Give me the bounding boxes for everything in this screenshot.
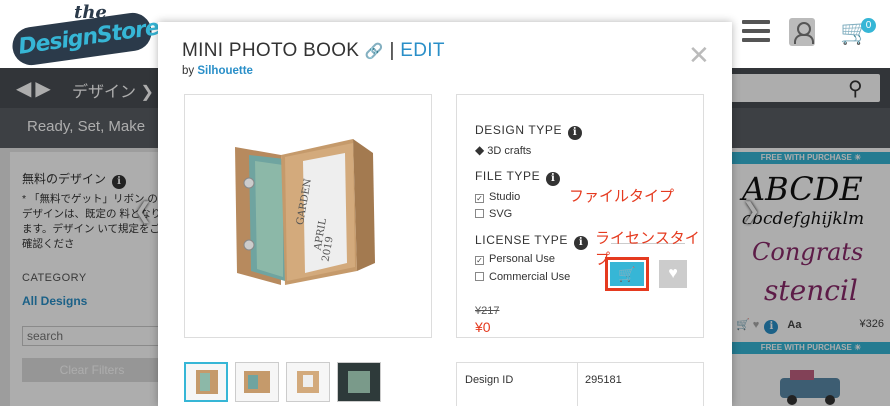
- design-type-value: ◆ 3D crafts: [475, 143, 531, 157]
- edit-link[interactable]: EDIT: [400, 40, 444, 61]
- design-type-label: DESIGN TYPE: [475, 123, 563, 137]
- thumbnail-2[interactable]: [235, 362, 279, 402]
- personal-use-checkbox[interactable]: ✓: [475, 256, 484, 265]
- title-separator: |: [389, 40, 395, 61]
- close-icon[interactable]: ✕: [688, 42, 710, 68]
- svg-checkbox[interactable]: [475, 209, 484, 218]
- design-store-logo[interactable]: DesignStore the: [8, 2, 160, 68]
- file-type-info-icon[interactable]: i: [546, 172, 561, 186]
- commercial-use-checkbox[interactable]: [475, 272, 484, 281]
- link-icon[interactable]: 🔗: [365, 43, 384, 60]
- license-commercial[interactable]: Commercial Use: [475, 271, 570, 283]
- license-type-heading: LICENSE TYPE i: [475, 233, 589, 250]
- design-type-text: 3D crafts: [487, 145, 532, 157]
- design-title: MINI PHOTO BOOK: [182, 40, 360, 61]
- license-type-label: LICENSE TYPE: [475, 233, 569, 247]
- thumbnail-3[interactable]: [286, 362, 330, 402]
- annotation-file-type: ファイルタイプ: [569, 188, 675, 205]
- menu-icon[interactable]: [742, 20, 770, 44]
- personal-use-label: Personal Use: [489, 253, 556, 265]
- author-line: by Silhouette: [182, 65, 253, 77]
- file-type-heading: FILE TYPE i: [475, 169, 561, 186]
- user-account-icon[interactable]: [789, 18, 815, 46]
- thumbnail-4[interactable]: [337, 362, 381, 402]
- table-separator: [577, 363, 578, 406]
- studio-label: Studio: [489, 191, 521, 203]
- author-link[interactable]: Silhouette: [197, 65, 253, 77]
- mini-photo-book-image: GARDEN APRIL 2019: [185, 95, 431, 337]
- design-type-heading: DESIGN TYPE i: [475, 123, 583, 140]
- annotation-license-type: ライセンスタイプ: [595, 230, 700, 268]
- design-info-panel: DESIGN TYPE i ◆ 3D crafts FILE TYPE i ✓ Stu…: [456, 94, 704, 338]
- file-type-label: FILE TYPE: [475, 169, 541, 183]
- license-personal[interactable]: ✓ Personal Use: [475, 253, 555, 265]
- by-prefix: by: [182, 65, 195, 77]
- studio-checkbox[interactable]: ✓: [475, 194, 484, 203]
- modal-title: MINI PHOTO BOOK 🔗 | EDIT: [182, 40, 445, 62]
- logo-the-text: the: [74, 2, 107, 23]
- original-price: ¥217: [475, 305, 500, 317]
- design-id-key: Design ID: [465, 374, 514, 386]
- design-type-info-icon[interactable]: i: [568, 126, 583, 140]
- design-detail-modal: MINI PHOTO BOOK 🔗 | EDIT by Silhouette ✕…: [158, 22, 732, 406]
- design-id-value: 295181: [585, 374, 622, 386]
- commercial-use-label: Commercial Use: [489, 271, 571, 283]
- file-type-svg[interactable]: SVG: [475, 208, 512, 220]
- license-type-info-icon[interactable]: i: [574, 236, 589, 250]
- thumbnail-1[interactable]: [184, 362, 228, 402]
- cart-count-badge: 0: [861, 18, 876, 33]
- svg-label: SVG: [489, 208, 513, 220]
- product-photo-frame: GARDEN APRIL 2019: [184, 94, 432, 338]
- current-price: ¥0: [475, 319, 491, 335]
- cube-icon: ◆: [475, 143, 485, 157]
- file-type-studio[interactable]: ✓ Studio: [475, 191, 520, 203]
- design-details-table: Design ID 295181: [456, 362, 704, 406]
